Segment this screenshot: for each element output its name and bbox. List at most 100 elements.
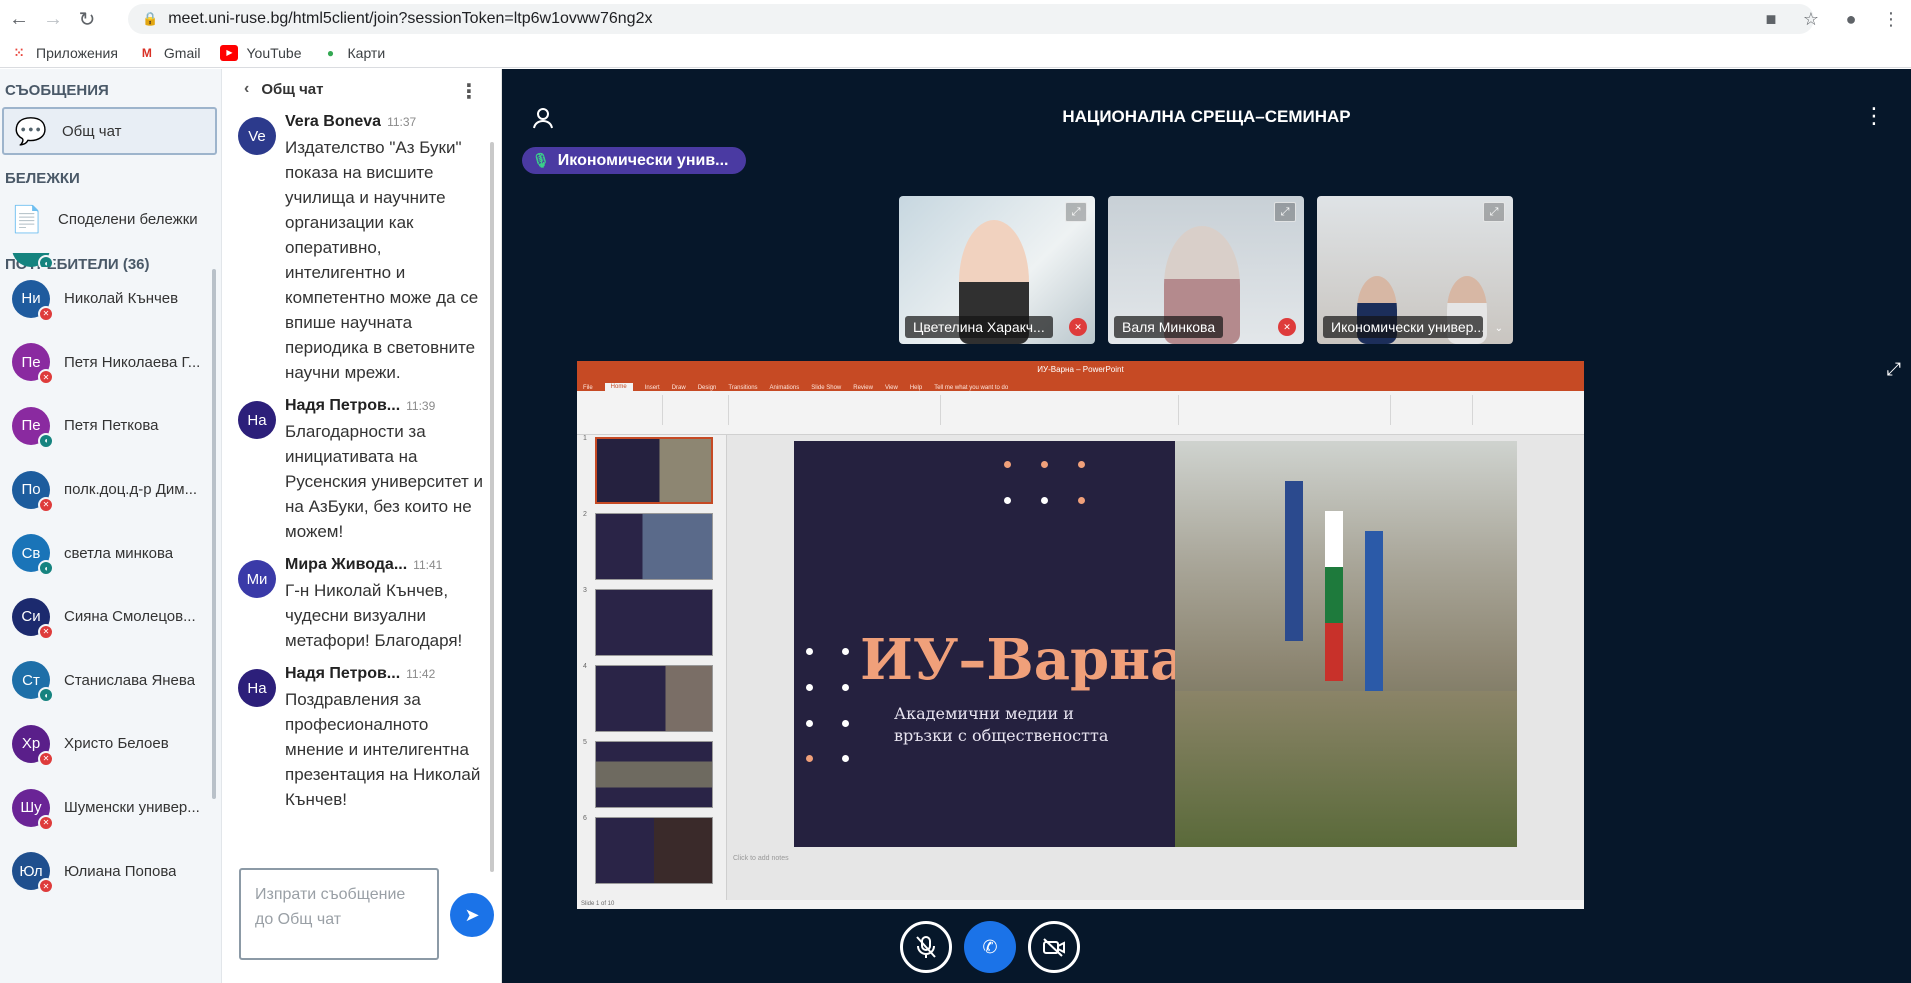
mute-button[interactable] [900, 921, 952, 973]
message-author: Мира Живода... [285, 556, 408, 573]
user-list-item[interactable]: Шу ✕ Шуменски универ... [0, 776, 215, 840]
slide-thumbnail[interactable] [595, 437, 713, 504]
user-list-item[interactable]: Си ✕ Сияна Смолецов... [0, 585, 215, 649]
video-tile[interactable]: ⤢ Цветелина Харакч... ✕ [899, 196, 1095, 344]
slide-subtitle: Академични медии и връзки с общественост… [894, 704, 1109, 745]
user-list-item[interactable]: Ни ✕ Николай Кънчев [0, 267, 215, 331]
bookmark-youtube[interactable]: ▶ YouTube [220, 44, 302, 61]
slide-building-photo [1175, 441, 1517, 847]
slide-thumbnail[interactable] [595, 817, 713, 884]
message-text: Г-н Николай Кънчев, чудесни визуални мет… [285, 581, 463, 650]
slide-title: ИУ–Варна [860, 627, 1187, 693]
video-off-icon [1043, 938, 1065, 957]
mic-off-icon: ✕ [38, 814, 54, 831]
profile-icon[interactable]: ● [1831, 4, 1871, 34]
slide-thumbnail[interactable] [595, 741, 713, 808]
expand-icon[interactable]: ⤢ [1065, 202, 1087, 222]
headphones-icon: ◖ [38, 432, 54, 449]
shared-notes-item[interactable]: 📄 Споделени бележки [0, 195, 221, 243]
message-header: Vera Boneva 11:37 [285, 113, 490, 135]
user-list-item[interactable]: Пе ✕ Петя Николаева Г... [0, 331, 215, 395]
camera-button[interactable] [1028, 921, 1080, 973]
chat-message: На Надя Петров... 11:39 Благодарности за ин… [222, 397, 502, 544]
message-author: Надя Петров... [285, 665, 401, 682]
presentation-area[interactable]: ИУ-Варна – PowerPoint File Home Insert Draw… [577, 361, 1584, 909]
expand-icon[interactable]: ⤢ [1274, 202, 1296, 222]
video-tile[interactable]: ⤢ Валя Минкова ✕ [1108, 196, 1304, 344]
headphones-icon: ◖ [38, 687, 54, 704]
youtube-icon: ▶ [220, 44, 239, 61]
user-list-item[interactable]: Ст ◖ Станислава Янева [0, 649, 215, 713]
current-slide: ИУ–Варна Академични медии и връзки с общ… [794, 441, 1517, 847]
bookmark-gmail[interactable]: M Gmail [138, 45, 201, 61]
message-text: Благодарности за инициативата на Русенск… [285, 422, 483, 541]
mic-off-icon: ✕ [38, 305, 54, 322]
camera-icon[interactable]: ■ [1751, 4, 1791, 34]
slide-thumbnail[interactable] [595, 513, 713, 580]
audio-button[interactable]: ✆ [964, 921, 1016, 973]
send-button[interactable]: ➤ [450, 893, 494, 937]
url-text: meet.uni-ruse.bg/html5client/join?sessio… [168, 10, 653, 27]
user-list-item[interactable]: Пе ◖ Петя Петкова [0, 394, 215, 458]
powerpoint-ribbon [577, 391, 1584, 435]
mic-off-icon: ✕ [38, 369, 54, 386]
slide-thumbnail[interactable] [595, 589, 713, 656]
powerpoint-statusbar: Slide 1 of 10 [577, 901, 1584, 909]
lock-icon: 🔒 [142, 11, 159, 26]
user-list-item[interactable]: По ✕ полк.доц.д-р Дим... [0, 458, 215, 522]
bookmarks-bar: ⁙ Приложения M Gmail ▶ YouTube ● Карти [0, 38, 1911, 68]
headphones-icon: ◖ [38, 255, 54, 267]
tile-name: Цветелина Харакч... [905, 316, 1053, 338]
chat-options-icon[interactable]: ⋮ [459, 79, 479, 104]
chevron-left-icon[interactable]: ‹ [244, 80, 249, 98]
main-area: НАЦИОНАЛНА СРЕЩА–СЕМИНАР ⋮ 🎙 Икономическ… [502, 69, 1911, 983]
video-tile[interactable]: ⤢ Икономически универ... ⌄ [1317, 196, 1513, 344]
powerpoint-tabs: File Home Insert Draw Design Transitions Anima… [577, 377, 1584, 391]
fullscreen-icon[interactable]: ⤢ [1887, 359, 1901, 380]
slide-thumbnails: 1 2 3 4 5 6 [577, 435, 727, 900]
bookmark-maps[interactable]: ● Карти [322, 45, 385, 61]
avatar: Юл ✕ [12, 852, 54, 895]
ribbon-tab[interactable]: Home [604, 383, 633, 391]
forward-arrow-icon[interactable]: → [38, 4, 68, 34]
reload-icon[interactable]: ↻ [72, 4, 102, 34]
user-name: Станислава Янева [64, 671, 196, 689]
chat-scrollbar[interactable] [490, 142, 494, 872]
back-arrow-icon[interactable]: ← [4, 4, 34, 34]
slide-thumbnail[interactable] [595, 665, 713, 732]
mic-off-icon: ✕ [1278, 318, 1296, 336]
star-icon[interactable]: ☆ [1791, 4, 1831, 34]
user-name: Николай Кънчев [64, 290, 179, 308]
message-time: 11:42 [406, 667, 436, 681]
message-header: Надя Петров... 11:39 [285, 397, 490, 419]
chat-message: Ми Мира Живода... 11:41 Г-н Николай Кънчев,… [222, 556, 502, 653]
microphone-icon: 🎙 [532, 152, 550, 168]
user-list-item[interactable]: Юл ✕ Юлиана Попова [0, 839, 215, 903]
user-name: Сияна Смолецов... [64, 608, 196, 626]
chat-message: На Надя Петров... 11:42 Поздравления за про… [222, 665, 502, 812]
talking-indicator[interactable]: 🎙 Икономически унив... [522, 147, 746, 174]
options-menu-icon[interactable]: ⋮ [1863, 103, 1885, 129]
avatar: Пе ✕ [12, 343, 54, 386]
address-bar[interactable]: 🔒 meet.uni-ruse.bg/html5client/join?sess… [128, 4, 1814, 34]
public-chat-item[interactable]: 💬 Общ чат [2, 107, 217, 155]
user-name: Петя Петкова [64, 417, 159, 435]
user-list-item[interactable]: Хр ✕ Христо Белоев [0, 712, 215, 776]
bookmark-apps[interactable]: ⁙ Приложения [10, 45, 118, 61]
user-list-item[interactable]: ◖ [0, 253, 215, 267]
expand-icon[interactable]: ⤢ [1483, 202, 1505, 222]
message-header: Надя Петров... 11:42 [285, 665, 490, 687]
avatar: ◖ [12, 253, 54, 267]
message-author: Надя Петров... [285, 397, 401, 414]
chevron-down-icon[interactable]: ⌄ [1495, 323, 1503, 334]
menu-dots-icon[interactable]: ⋮ [1871, 4, 1911, 34]
message-time: 11:41 [413, 558, 443, 572]
message-time: 11:39 [406, 399, 436, 413]
user-list-item[interactable]: Св ◖ светла минкова [0, 521, 215, 585]
apps-grid-icon: ⁙ [13, 45, 25, 60]
chat-message-input[interactable]: Изпрати съобщение до Общ чат [239, 868, 439, 960]
slide-notes[interactable]: Click to add notes [727, 855, 1557, 873]
phone-icon: ✆ [982, 936, 998, 957]
meeting-title: НАЦИОНАЛНА СРЕЩА–СЕМИНАР [1062, 107, 1351, 126]
users-scrollbar[interactable] [212, 269, 216, 799]
